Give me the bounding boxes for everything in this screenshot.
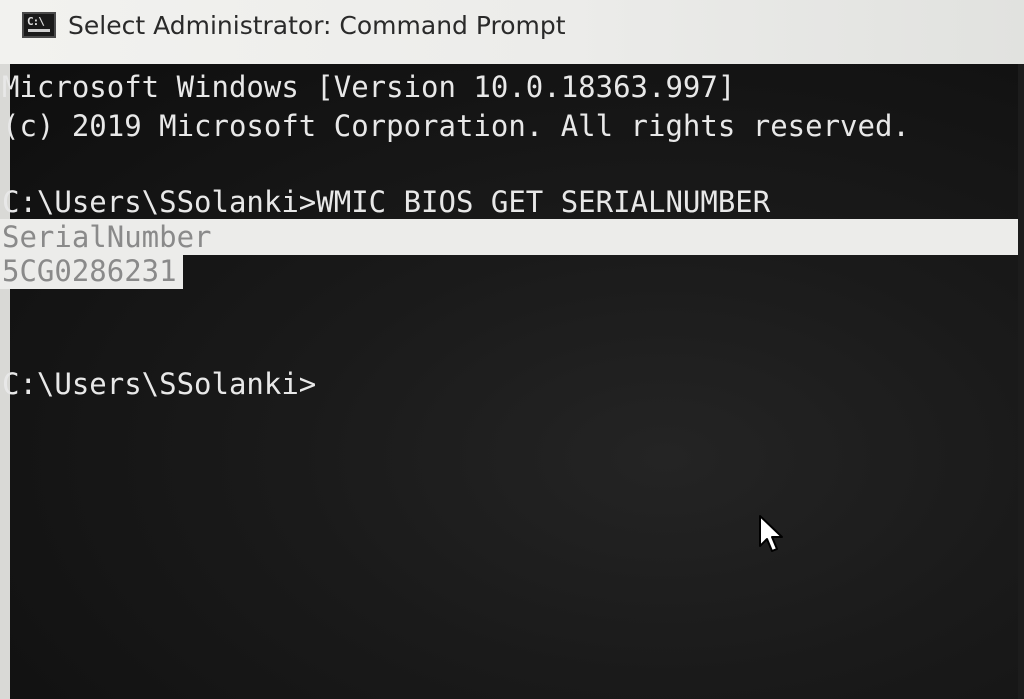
console-line-header-selected[interactable]: SerialNumber xyxy=(0,219,1024,255)
command-prompt-window: C:\ Select Administrator: Command Prompt… xyxy=(0,0,1024,699)
command-prompt-icon-bar xyxy=(28,29,50,32)
console-line-serial-selected[interactable]: 5CG0286231 xyxy=(0,253,183,289)
command-prompt-icon[interactable]: C:\ xyxy=(22,12,56,38)
scrollbar[interactable] xyxy=(1018,64,1024,699)
window-title: Select Administrator: Command Prompt xyxy=(68,11,566,40)
console-line-prompt[interactable]: C:\Users\SSolanki> xyxy=(2,366,316,402)
console-area[interactable]: Microsoft Windows [Version 10.0.18363.99… xyxy=(0,64,1024,699)
console-line-copyright: (c) 2019 Microsoft Corporation. All righ… xyxy=(2,109,910,143)
console-line-command: C:\Users\SSolanki>WMIC BIOS GET SERIALNU… xyxy=(2,185,771,219)
command-prompt-icon-glyph: C:\ xyxy=(27,15,45,28)
title-bar[interactable]: C:\ Select Administrator: Command Prompt xyxy=(0,0,1024,64)
mouse-pointer-icon xyxy=(759,515,783,552)
console-line-version: Microsoft Windows [Version 10.0.18363.99… xyxy=(2,70,736,104)
